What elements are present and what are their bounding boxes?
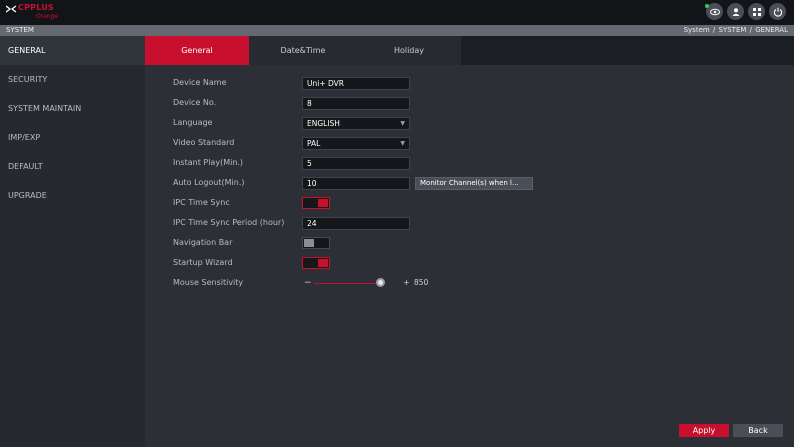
app-window: CPPLUS Orange SYSTEM System / SYSTEM / G… bbox=[0, 0, 794, 447]
mouse-sensitivity-slider: − + 850 bbox=[145, 276, 445, 290]
video-standard-value: PAL bbox=[307, 139, 321, 148]
top-icons bbox=[705, 3, 786, 20]
chevron-down-icon: ▼ bbox=[400, 120, 405, 127]
slider-decrease-button[interactable]: − bbox=[304, 276, 312, 290]
tab-holiday[interactable]: Holiday bbox=[357, 36, 461, 65]
slider-value: 850 bbox=[414, 278, 429, 287]
ipc-time-sync-toggle[interactable] bbox=[302, 197, 330, 209]
logo-mark-icon bbox=[6, 5, 16, 13]
apply-button[interactable]: Apply bbox=[679, 424, 729, 437]
breadcrumb: System / SYSTEM / GENERAL bbox=[683, 26, 788, 34]
top-bar: CPPLUS Orange bbox=[0, 0, 794, 25]
toggle-knob bbox=[304, 239, 314, 247]
title-bar: SYSTEM System / SYSTEM / GENERAL bbox=[0, 25, 794, 36]
chevron-down-icon: ▼ bbox=[400, 140, 405, 147]
logo-subtext: Orange bbox=[36, 13, 59, 20]
instant-play-input[interactable]: 5 bbox=[302, 157, 410, 170]
status-dot bbox=[705, 4, 709, 8]
language-label: Language bbox=[173, 118, 213, 127]
device-name-label: Device Name bbox=[173, 78, 227, 87]
user-icon[interactable] bbox=[727, 3, 744, 20]
instant-play-label: Instant Play(Min.) bbox=[173, 158, 244, 167]
ipc-sync-period-label: IPC Time Sync Period (hour) bbox=[173, 218, 285, 227]
startup-wizard-toggle[interactable] bbox=[302, 257, 330, 269]
video-standard-select[interactable]: PAL ▼ bbox=[302, 137, 410, 150]
toggle-knob bbox=[318, 259, 328, 267]
sidebar-item-imp-exp[interactable]: IMP/EXP bbox=[0, 123, 145, 152]
tab-bar: General Date&Time Holiday bbox=[145, 36, 794, 65]
tab-general[interactable]: General bbox=[145, 36, 249, 65]
ipc-sync-period-input[interactable]: 24 bbox=[302, 217, 410, 230]
page-title: SYSTEM bbox=[6, 26, 34, 34]
sidebar: GENERAL SECURITY SYSTEM MAINTAIN IMP/EXP… bbox=[0, 36, 145, 447]
language-value: ENGLISH bbox=[307, 119, 340, 128]
brand-logo: CPPLUS Orange bbox=[6, 3, 66, 22]
back-button[interactable]: Back bbox=[733, 424, 783, 437]
tab-date-time[interactable]: Date&Time bbox=[249, 36, 357, 65]
auto-logout-label: Auto Logout(Min.) bbox=[173, 178, 245, 187]
power-icon[interactable] bbox=[769, 3, 786, 20]
sidebar-item-default[interactable]: DEFAULT bbox=[0, 152, 145, 181]
slider-increase-button[interactable]: + bbox=[403, 276, 410, 290]
video-standard-label: Video Standard bbox=[173, 138, 235, 147]
main-panel: General Date&Time Holiday Device Name Un… bbox=[145, 36, 794, 447]
language-select[interactable]: ENGLISH ▼ bbox=[302, 117, 410, 130]
device-name-input[interactable]: Uni+ DVR bbox=[302, 77, 410, 90]
slider-track[interactable] bbox=[314, 283, 382, 284]
device-no-label: Device No. bbox=[173, 98, 217, 107]
navigation-bar-toggle[interactable] bbox=[302, 237, 330, 249]
sidebar-item-general[interactable]: GENERAL bbox=[0, 36, 145, 65]
device-no-input[interactable]: 8 bbox=[302, 97, 410, 110]
sidebar-item-upgrade[interactable]: UPGRADE bbox=[0, 181, 145, 210]
auto-logout-input[interactable]: 10 bbox=[302, 177, 410, 190]
ipc-time-sync-label: IPC Time Sync bbox=[173, 198, 230, 207]
navigation-bar-label: Navigation Bar bbox=[173, 238, 233, 247]
eye-icon[interactable] bbox=[705, 3, 723, 20]
sidebar-item-security[interactable]: SECURITY bbox=[0, 65, 145, 94]
logo-text: CPPLUS bbox=[18, 3, 54, 12]
grid-icon[interactable] bbox=[748, 3, 765, 20]
monitor-channels-button[interactable]: Monitor Channel(s) when l... bbox=[415, 177, 533, 190]
toggle-knob bbox=[318, 199, 328, 207]
slider-thumb[interactable] bbox=[376, 278, 385, 287]
startup-wizard-label: Startup Wizard bbox=[173, 258, 233, 267]
sidebar-item-system-maintain[interactable]: SYSTEM MAINTAIN bbox=[0, 94, 145, 123]
